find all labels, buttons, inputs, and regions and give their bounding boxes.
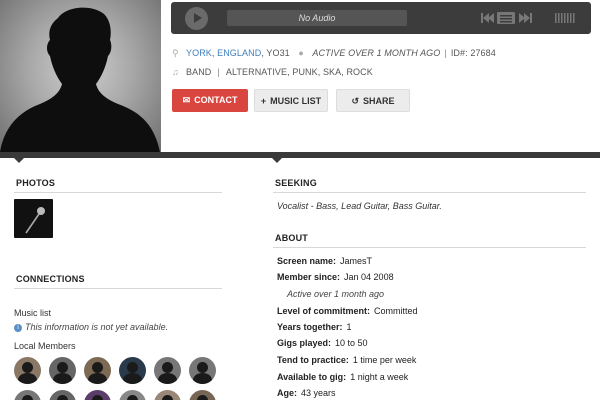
profile-photo[interactable] bbox=[0, 0, 161, 152]
previous-icon[interactable] bbox=[481, 12, 495, 24]
about-member-since: Member since: Jan 04 2008 bbox=[277, 272, 394, 282]
section-rule bbox=[14, 288, 222, 289]
music-list-button[interactable]: + MUSIC LIST bbox=[254, 89, 328, 112]
seeking-text: Vocalist - Bass, Lead Guitar, Bass Guita… bbox=[277, 201, 442, 211]
member-id: ID#: 27684 bbox=[450, 48, 496, 58]
music-list-label: MUSIC LIST bbox=[270, 96, 322, 106]
about-age: Age: 43 years bbox=[277, 388, 336, 398]
city-link[interactable]: YORK bbox=[186, 48, 212, 58]
user-icon: ● bbox=[298, 48, 304, 58]
about-commitment: Level of commitment: Committed bbox=[277, 306, 418, 316]
silhouette-image bbox=[0, 7, 160, 152]
audio-player: No Audio bbox=[171, 2, 591, 34]
music-list-note-text: This information is not yet available. bbox=[25, 322, 169, 332]
header-divider bbox=[0, 152, 600, 158]
separator: | bbox=[444, 48, 447, 58]
profile-type: BAND bbox=[186, 67, 212, 77]
share-button[interactable]: ↺ SHARE bbox=[336, 89, 410, 112]
volume-icon[interactable] bbox=[555, 12, 575, 24]
about-years-together: Years together: 1 bbox=[277, 322, 352, 332]
divider-notch bbox=[272, 158, 282, 163]
country-link[interactable]: ENGLAND bbox=[217, 48, 261, 58]
separator: | bbox=[217, 67, 220, 77]
about-heading: ABOUT bbox=[275, 233, 308, 243]
member-avatar[interactable] bbox=[84, 357, 111, 384]
info-icon: i bbox=[14, 324, 22, 332]
member-avatar[interactable] bbox=[119, 357, 146, 384]
member-avatar[interactable] bbox=[189, 357, 216, 384]
section-rule bbox=[14, 192, 222, 193]
track-title: No Audio bbox=[227, 10, 407, 26]
seeking-heading: SEEKING bbox=[275, 178, 317, 188]
connections-heading: CONNECTIONS bbox=[16, 274, 85, 284]
member-avatar[interactable] bbox=[49, 390, 76, 400]
about-gigs-played: Gigs played: 10 to 50 bbox=[277, 338, 368, 348]
section-rule bbox=[273, 247, 586, 248]
location-row: ⚲ YORK, ENGLAND, YO31 ● ACTIVE OVER 1 MONT… bbox=[172, 48, 496, 58]
plus-icon: + bbox=[260, 96, 267, 106]
share-icon: ↺ bbox=[351, 96, 360, 106]
genres-row: ♫ BAND | ALTERNATIVE, PUNK, SKA, ROCK bbox=[172, 67, 373, 77]
member-avatar[interactable] bbox=[154, 357, 181, 384]
about-activity: Active over 1 month ago bbox=[287, 289, 385, 299]
about-screen-name: Screen name: JamesT bbox=[277, 256, 373, 266]
activity-status: ACTIVE OVER 1 MONTH AGO bbox=[312, 48, 441, 58]
about-availability: Available to gig: 1 night a week bbox=[277, 372, 409, 382]
member-avatar[interactable] bbox=[14, 357, 41, 384]
section-rule bbox=[273, 192, 586, 193]
share-label: SHARE bbox=[363, 96, 395, 106]
about-practice: Tend to practice: 1 time per week bbox=[277, 355, 417, 365]
member-avatar[interactable] bbox=[49, 357, 76, 384]
envelope-icon: ✉ bbox=[182, 95, 191, 105]
member-avatar[interactable] bbox=[14, 390, 41, 400]
postcode: , YO31 bbox=[261, 48, 290, 58]
member-avatar[interactable] bbox=[189, 390, 216, 400]
contact-label: CONTACT bbox=[194, 95, 238, 105]
genre-list: ALTERNATIVE, PUNK, SKA, ROCK bbox=[225, 67, 373, 77]
playlist-icon[interactable] bbox=[497, 12, 515, 24]
play-button[interactable] bbox=[185, 7, 208, 30]
divider-notch bbox=[14, 158, 24, 163]
local-members-label: Local Members bbox=[14, 341, 76, 351]
member-avatar[interactable] bbox=[154, 390, 181, 400]
profile-header: No Audio ⚲ YORK, ENGLAND, YO31 ● ACTIVE OV… bbox=[0, 0, 600, 152]
next-icon[interactable] bbox=[518, 12, 532, 24]
music-list-note: i This information is not yet available. bbox=[14, 322, 168, 332]
photos-heading: PHOTOS bbox=[16, 178, 56, 188]
photo-thumbnail[interactable] bbox=[14, 199, 53, 238]
music-list-label: Music list bbox=[14, 308, 52, 318]
contact-button[interactable]: ✉ CONTACT bbox=[172, 89, 248, 112]
member-avatar[interactable] bbox=[119, 390, 146, 400]
location-pin-icon: ⚲ bbox=[172, 48, 179, 58]
member-avatar[interactable] bbox=[84, 390, 111, 400]
music-note-icon: ♫ bbox=[172, 67, 179, 77]
microphone-image bbox=[25, 207, 45, 234]
